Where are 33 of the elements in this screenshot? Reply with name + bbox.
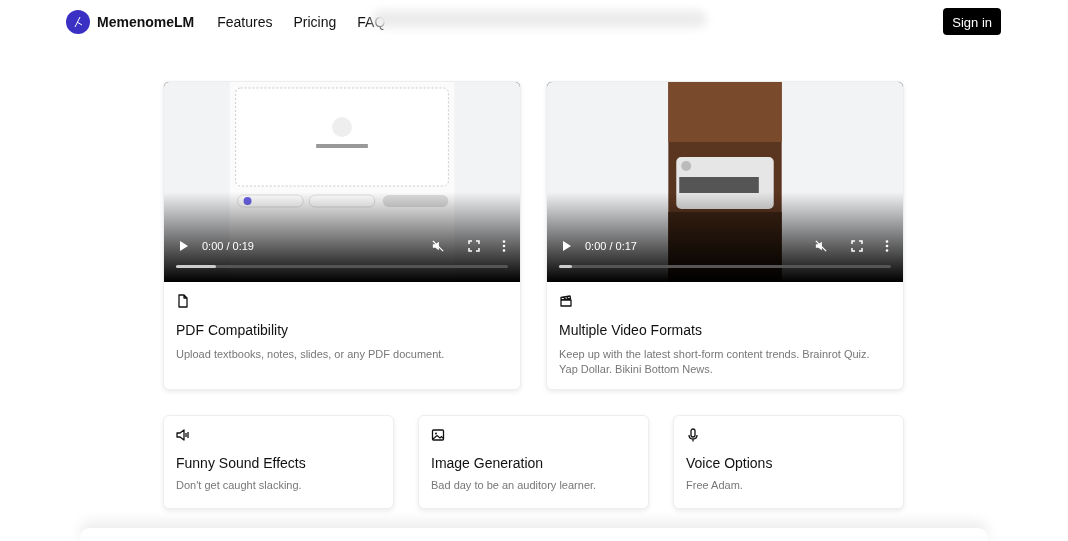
feature-title: Funny Sound Effects — [176, 455, 307, 471]
play-icon[interactable] — [561, 240, 573, 252]
microphone-icon — [686, 428, 700, 442]
feature-title: Voice Options — [686, 455, 774, 471]
feature-title: Image Generation — [431, 455, 545, 471]
feature-description: Bad day to be an auditory learner. — [431, 478, 598, 493]
video-progress-bar[interactable] — [176, 265, 508, 268]
feature-description: Keep up with the latest short-form content trends. Brainrot Quiz. Yap Dollar. Bikini Bottom News. — [559, 347, 871, 377]
feature-title: Multiple Video Formats — [559, 322, 703, 338]
video-time: 0:00 / 0:17 — [585, 240, 637, 252]
mute-icon[interactable] — [432, 240, 444, 252]
feature-title: PDF Compatibility — [176, 322, 290, 338]
image-icon — [431, 428, 445, 442]
more-icon[interactable] — [885, 240, 889, 252]
feature-description: Don't get caught slacking. — [176, 478, 303, 493]
play-icon[interactable] — [178, 240, 190, 252]
fullscreen-icon[interactable] — [851, 240, 863, 252]
video-time: 0:00 / 0:19 — [202, 240, 254, 252]
document-icon — [176, 294, 190, 308]
speaker-icon — [176, 428, 190, 442]
fullscreen-icon[interactable] — [468, 240, 480, 252]
video-progress-bar[interactable] — [559, 265, 891, 268]
clapperboard-icon — [559, 294, 573, 308]
more-icon[interactable] — [502, 240, 506, 252]
feature-description: Free Adam. — [686, 478, 744, 493]
feature-description: Upload textbooks, notes, slides, or any PDF document. — [176, 347, 446, 362]
nav-link[interactable]: Features — [217, 13, 273, 30]
mute-icon[interactable] — [815, 240, 827, 252]
nav-link[interactable]: FAQ — [357, 13, 386, 30]
nav-link[interactable]: Pricing — [293, 13, 337, 30]
logo-icon[interactable] — [66, 9, 90, 34]
brand-name[interactable]: MemenomeLM — [97, 13, 195, 30]
sign-in-button[interactable]: Sign in — [943, 8, 1001, 35]
